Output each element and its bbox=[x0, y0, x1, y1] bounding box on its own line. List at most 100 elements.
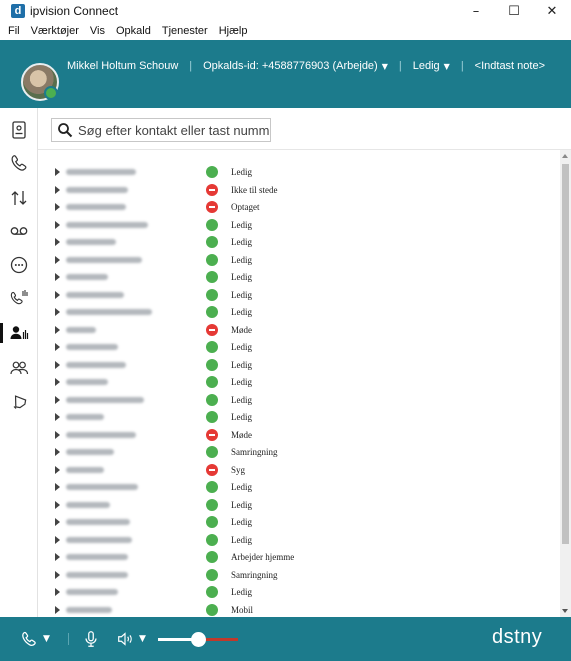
expand-arrow-icon[interactable] bbox=[55, 308, 60, 316]
expand-arrow-icon[interactable] bbox=[55, 238, 60, 246]
volume-slider[interactable] bbox=[158, 632, 238, 647]
header-separator: | bbox=[398, 60, 402, 72]
contact-row[interactable]: Syg bbox=[38, 462, 560, 479]
sidebar-item-groups[interactable] bbox=[0, 353, 38, 383]
menu-tools[interactable]: Værktøjer bbox=[31, 25, 79, 37]
contact-row[interactable]: Ledig bbox=[38, 164, 560, 181]
contact-row[interactable]: Ledig bbox=[38, 392, 560, 409]
maximize-button[interactable]: ☐ bbox=[495, 0, 533, 22]
expand-arrow-icon[interactable] bbox=[55, 465, 60, 474]
contact-row[interactable]: Ledig bbox=[38, 339, 560, 356]
contact-row[interactable]: Ledig bbox=[38, 357, 560, 374]
menu-view[interactable]: Vis bbox=[90, 25, 105, 37]
expand-arrow-icon[interactable] bbox=[55, 185, 60, 194]
expand-arrow-icon[interactable] bbox=[55, 290, 60, 299]
expand-arrow-icon[interactable] bbox=[55, 395, 60, 404]
contact-row[interactable]: Ledig bbox=[38, 269, 560, 286]
user-name: Mikkel Holtum Schouw bbox=[67, 60, 179, 72]
expand-arrow-icon[interactable] bbox=[55, 168, 60, 176]
status-dropdown[interactable]: Ledig ▼ bbox=[413, 60, 450, 72]
expand-arrow-icon[interactable] bbox=[55, 325, 60, 334]
sidebar-item-presence[interactable] bbox=[0, 318, 38, 348]
expand-arrow-icon[interactable] bbox=[55, 500, 60, 509]
microphone-button[interactable] bbox=[82, 629, 100, 649]
contact-name-redacted bbox=[66, 606, 112, 613]
contact-row[interactable]: Ledig bbox=[38, 584, 560, 601]
menu-call[interactable]: Opkald bbox=[116, 25, 151, 37]
sidebar-item-dialer[interactable] bbox=[0, 148, 38, 178]
contact-row[interactable]: Møde bbox=[38, 427, 560, 444]
scroll-thumb[interactable] bbox=[562, 164, 569, 544]
menu-file[interactable]: Fil bbox=[8, 25, 20, 37]
expand-arrow-icon[interactable] bbox=[55, 360, 60, 369]
search-box[interactable] bbox=[51, 118, 271, 142]
contact-row[interactable]: Ledig bbox=[38, 479, 560, 496]
call-controls-bar: ▼ ▼ dstny bbox=[0, 617, 571, 661]
scroll-down-icon[interactable] bbox=[562, 609, 568, 613]
contact-row[interactable]: Ledig bbox=[38, 497, 560, 514]
contact-row[interactable]: Ledig bbox=[38, 217, 560, 234]
busy-status-icon bbox=[206, 463, 218, 476]
speaker-button[interactable]: ▼ bbox=[116, 629, 146, 649]
sidebar-item-chat[interactable] bbox=[0, 250, 38, 280]
expand-arrow-icon[interactable] bbox=[55, 343, 60, 351]
sidebar-item-history[interactable] bbox=[0, 183, 38, 213]
expand-arrow-icon[interactable] bbox=[55, 570, 60, 579]
expand-arrow-icon[interactable] bbox=[55, 378, 60, 386]
contact-row[interactable]: Ledig bbox=[38, 304, 560, 321]
volume-slider-handle[interactable] bbox=[191, 632, 206, 647]
expand-arrow-icon[interactable] bbox=[55, 448, 60, 456]
sidebar-item-alerts[interactable] bbox=[0, 386, 38, 416]
contact-row[interactable]: Ikke til stede bbox=[38, 182, 560, 199]
contact-row[interactable]: Ledig bbox=[38, 514, 560, 531]
microphone-icon bbox=[85, 631, 97, 647]
expand-arrow-icon[interactable] bbox=[55, 273, 60, 281]
call-device-button[interactable]: ▼ bbox=[20, 629, 50, 649]
expand-arrow-icon[interactable] bbox=[55, 483, 60, 491]
contact-row[interactable]: Ledig bbox=[38, 374, 560, 391]
contact-row[interactable]: Samringning bbox=[38, 567, 560, 584]
contact-row[interactable]: Mobil bbox=[38, 602, 560, 618]
contact-status-label: Ledig bbox=[231, 307, 252, 317]
available-status-icon bbox=[206, 481, 218, 493]
header-info: Mikkel Holtum Schouw | Opkalds-id: +4588… bbox=[67, 60, 545, 72]
caller-id-dropdown[interactable]: Opkalds-id: +4588776903 (Arbejde) ▼ bbox=[203, 60, 388, 72]
menu-help[interactable]: Hjælp bbox=[219, 25, 248, 37]
expand-arrow-icon[interactable] bbox=[55, 430, 60, 439]
available-status-icon bbox=[206, 376, 218, 388]
contact-row[interactable]: Ledig bbox=[38, 532, 560, 549]
sidebar-item-contacts[interactable] bbox=[0, 115, 38, 145]
expand-arrow-icon[interactable] bbox=[55, 535, 60, 544]
scrollbar[interactable] bbox=[560, 150, 571, 617]
note-input[interactable]: <Indtast note> bbox=[475, 60, 545, 72]
search-input[interactable] bbox=[78, 122, 270, 138]
expand-arrow-icon[interactable] bbox=[55, 255, 60, 264]
sidebar-item-voicemail[interactable] bbox=[0, 216, 38, 246]
expand-arrow-icon[interactable] bbox=[55, 413, 60, 421]
contact-row[interactable]: Ledig bbox=[38, 252, 560, 269]
expand-arrow-icon[interactable] bbox=[55, 553, 60, 561]
contact-row[interactable]: Møde bbox=[38, 322, 560, 339]
busy-status-icon bbox=[206, 428, 218, 441]
available-status-icon bbox=[206, 253, 218, 266]
contact-row[interactable]: Ledig bbox=[38, 234, 560, 251]
expand-arrow-icon[interactable] bbox=[55, 605, 60, 614]
phone-queue-icon bbox=[10, 290, 28, 305]
contact-row[interactable]: Ledig bbox=[38, 409, 560, 426]
expand-arrow-icon[interactable] bbox=[55, 220, 60, 229]
contact-row[interactable]: Ledig bbox=[38, 287, 560, 304]
close-button[interactable]: ✕ bbox=[533, 0, 571, 22]
scroll-up-icon[interactable] bbox=[562, 154, 568, 158]
sidebar-item-queues[interactable] bbox=[0, 283, 38, 313]
expand-arrow-icon[interactable] bbox=[55, 203, 60, 211]
contact-row[interactable]: Optaget bbox=[38, 199, 560, 216]
contact-status-label: Samringning bbox=[231, 447, 278, 457]
contact-book-icon bbox=[12, 121, 26, 139]
expand-arrow-icon[interactable] bbox=[55, 588, 60, 596]
minimize-button[interactable]: – bbox=[457, 0, 495, 22]
contact-row[interactable]: Samringning bbox=[38, 444, 560, 461]
menu-services[interactable]: Tjenester bbox=[162, 25, 208, 37]
chat-icon bbox=[10, 256, 28, 274]
contact-row[interactable]: Arbejder hjemme bbox=[38, 549, 560, 566]
expand-arrow-icon[interactable] bbox=[55, 518, 60, 526]
